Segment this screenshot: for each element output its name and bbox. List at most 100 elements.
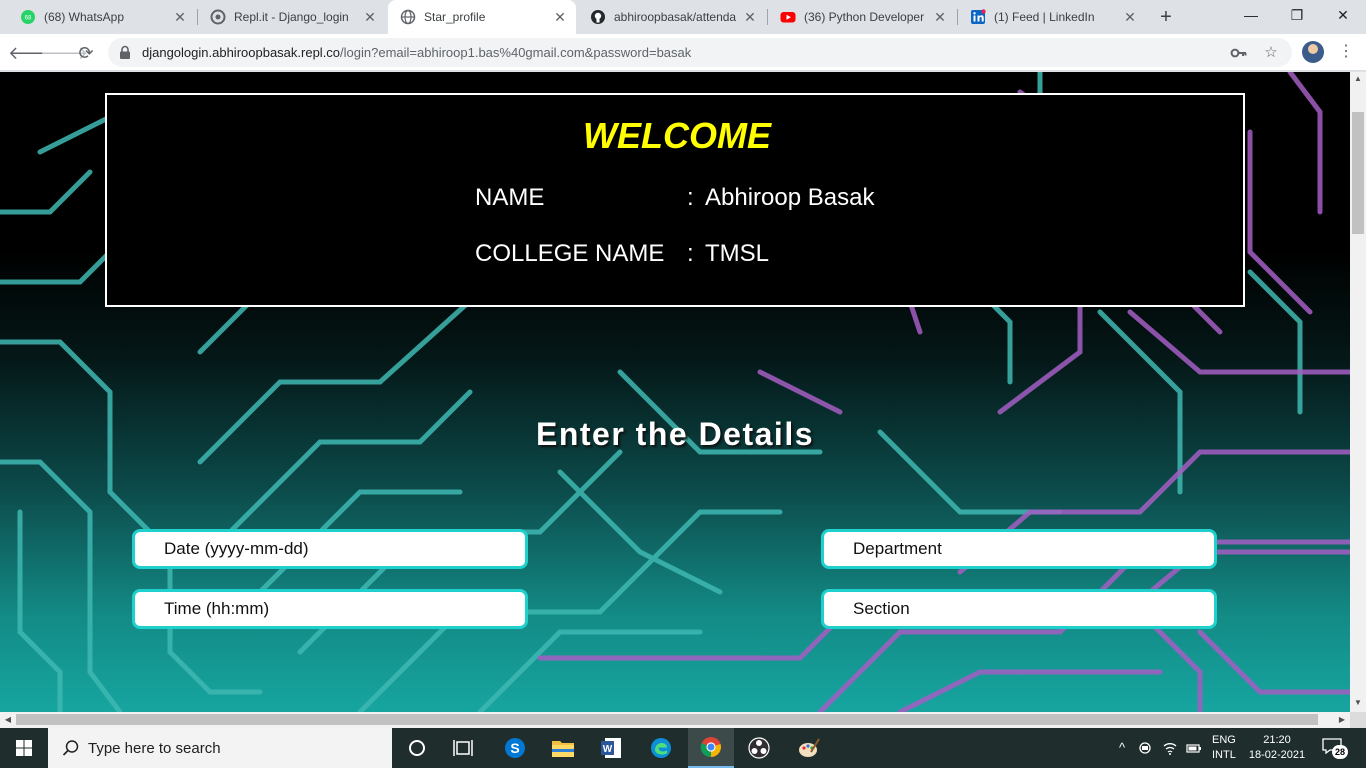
task-view-button[interactable]	[440, 728, 486, 768]
page-viewport: WELCOME NAME: Abhiroop Basak COLLEGE NAME…	[0, 72, 1350, 712]
globe-icon	[400, 9, 416, 25]
url-path: /login?email=abhiroop1.bas%40gmail.com&p…	[340, 45, 692, 60]
word-icon: W	[601, 738, 621, 758]
meet-now-icon[interactable]	[1138, 740, 1154, 756]
url-text: djangologin.abhiroopbasak.repl.co/login?…	[142, 45, 691, 60]
address-bar[interactable]: djangologin.abhiroopbasak.repl.co/login?…	[108, 38, 1292, 67]
browser-toolbar: 🡐 🡒 ⟳ djangologin.abhiroopbasak.repl.co/…	[0, 34, 1366, 71]
clock-date: 18-02-2021	[1248, 749, 1306, 761]
github-icon	[591, 10, 605, 24]
tab-title: (1) Feed | LinkedIn	[994, 10, 1095, 24]
tab-title: Repl.it - Django_login	[234, 10, 349, 24]
tab-title: (36) Python Developer	[804, 10, 925, 24]
horizontal-scroll-thumb[interactable]	[16, 714, 1318, 725]
file-explorer-taskbar-button[interactable]	[540, 728, 586, 768]
lock-icon[interactable]	[118, 45, 132, 60]
language-code: ENG	[1212, 734, 1236, 746]
close-tab-icon[interactable]: ✕	[742, 9, 758, 25]
tab-linkedin[interactable]: (1) Feed | LinkedIn ✕	[958, 0, 1146, 34]
windows-start-icon[interactable]	[0, 728, 48, 768]
paint-taskbar-button[interactable]	[786, 728, 832, 768]
name-row: NAME: Abhiroop Basak	[475, 184, 874, 212]
section-field-wrapper	[821, 589, 1217, 629]
name-separator: :	[687, 184, 694, 211]
scroll-down-arrow-icon[interactable]: ▼	[1350, 696, 1366, 710]
reload-button[interactable]: ⟳	[72, 39, 100, 67]
new-tab-button[interactable]: +	[1154, 5, 1178, 29]
svg-text:W: W	[603, 744, 613, 755]
url-host: djangologin.abhiroopbasak.repl.co	[142, 45, 341, 60]
college-label: COLLEGE NAME	[475, 240, 665, 267]
svg-text:S: S	[510, 740, 519, 756]
whatsapp-icon: 68	[21, 10, 35, 24]
battery-icon[interactable]	[1186, 740, 1202, 756]
cortana-button[interactable]	[394, 728, 440, 768]
welcome-title: WELCOME	[583, 115, 771, 156]
tab-strip: 68 (68) WhatsApp ✕ Repl.it - Django_logi…	[0, 0, 1366, 34]
close-window-button[interactable]: ✕	[1320, 0, 1366, 30]
name-label: NAME	[475, 184, 545, 211]
skype-icon: S	[505, 738, 525, 758]
tab-title: (68) WhatsApp	[44, 10, 125, 24]
action-center-button[interactable]: 28	[1322, 738, 1348, 759]
college-separator: :	[687, 240, 694, 267]
details-heading: Enter the Details	[535, 416, 814, 452]
welcome-panel: WELCOME NAME: Abhiroop Basak COLLEGE NAME…	[105, 93, 1245, 307]
college-row: COLLEGE NAME: TMSL	[475, 240, 769, 268]
tab-youtube[interactable]: (36) Python Developer ✕	[768, 0, 956, 34]
chrome-taskbar-button[interactable]	[688, 728, 734, 768]
whatsapp-badge: 68	[25, 16, 32, 22]
word-taskbar-button[interactable]: W	[588, 728, 634, 768]
department-input[interactable]	[824, 532, 1214, 566]
cortana-icon	[409, 740, 425, 756]
tab-title: abhiroopbasak/attenda	[614, 10, 736, 24]
date-field-wrapper	[132, 529, 528, 569]
tab-whatsapp[interactable]: 68 (68) WhatsApp ✕	[8, 0, 196, 34]
task-view-icon	[453, 740, 473, 756]
close-tab-icon[interactable]: ✕	[552, 9, 568, 25]
forward-button[interactable]: 🡒	[40, 39, 88, 67]
vertical-scroll-thumb[interactable]	[1352, 112, 1364, 234]
date-input[interactable]	[135, 532, 525, 566]
tab-replit[interactable]: Repl.it - Django_login ✕	[198, 0, 386, 34]
tab-github[interactable]: abhiroopbasak/attenda ✕	[578, 0, 766, 34]
notification-count: 28	[1332, 745, 1348, 759]
scroll-up-arrow-icon[interactable]: ▲	[1350, 72, 1366, 86]
close-tab-icon[interactable]: ✕	[932, 9, 948, 25]
bookmark-star-icon[interactable]: ☆	[1262, 44, 1280, 62]
restore-button[interactable]: ❐	[1274, 0, 1320, 30]
close-tab-icon[interactable]: ✕	[1122, 9, 1138, 25]
section-input[interactable]	[824, 592, 1214, 626]
tab-star-profile[interactable]: Star_profile ✕	[388, 0, 576, 34]
keyboard-layout: INTL	[1212, 749, 1236, 761]
key-icon[interactable]	[1230, 44, 1248, 62]
department-field-wrapper	[821, 529, 1217, 569]
show-hidden-icons-chevron-icon[interactable]: ^	[1114, 740, 1130, 756]
scroll-left-arrow-icon[interactable]: ◀	[0, 713, 16, 727]
back-button[interactable]: 🡐	[8, 39, 56, 67]
skype-taskbar-button[interactable]: S	[492, 728, 538, 768]
time-input[interactable]	[135, 592, 525, 626]
close-tab-icon[interactable]: ✕	[362, 9, 378, 25]
tab-title: Star_profile	[424, 10, 486, 24]
minimize-button[interactable]: —	[1228, 0, 1274, 30]
input-language[interactable]: ENG INTL	[1212, 733, 1236, 763]
time-field-wrapper	[132, 589, 528, 629]
replit-icon	[210, 9, 226, 25]
taskbar-search-box[interactable]: Type here to search	[48, 728, 392, 768]
youtube-icon	[780, 12, 796, 23]
menu-icon[interactable]: ⋮	[1336, 42, 1356, 62]
clock-time: 21:20	[1263, 734, 1291, 746]
vertical-scrollbar[interactable]: ▲ ▼	[1350, 72, 1366, 712]
horizontal-scrollbar[interactable]: ◀ ▶	[0, 712, 1350, 728]
close-tab-icon[interactable]: ✕	[172, 9, 188, 25]
windows-taskbar: Type here to search S W ^ ENG INTL 21:20…	[0, 728, 1366, 768]
scrollbar-corner	[1350, 712, 1366, 728]
obs-taskbar-button[interactable]	[736, 728, 782, 768]
profile-avatar[interactable]	[1302, 41, 1324, 63]
edge-taskbar-button[interactable]	[638, 728, 684, 768]
wifi-icon[interactable]	[1162, 740, 1178, 756]
system-clock[interactable]: 21:20 18-02-2021	[1248, 733, 1306, 763]
scroll-right-arrow-icon[interactable]: ▶	[1334, 713, 1350, 727]
folder-icon	[552, 741, 574, 757]
